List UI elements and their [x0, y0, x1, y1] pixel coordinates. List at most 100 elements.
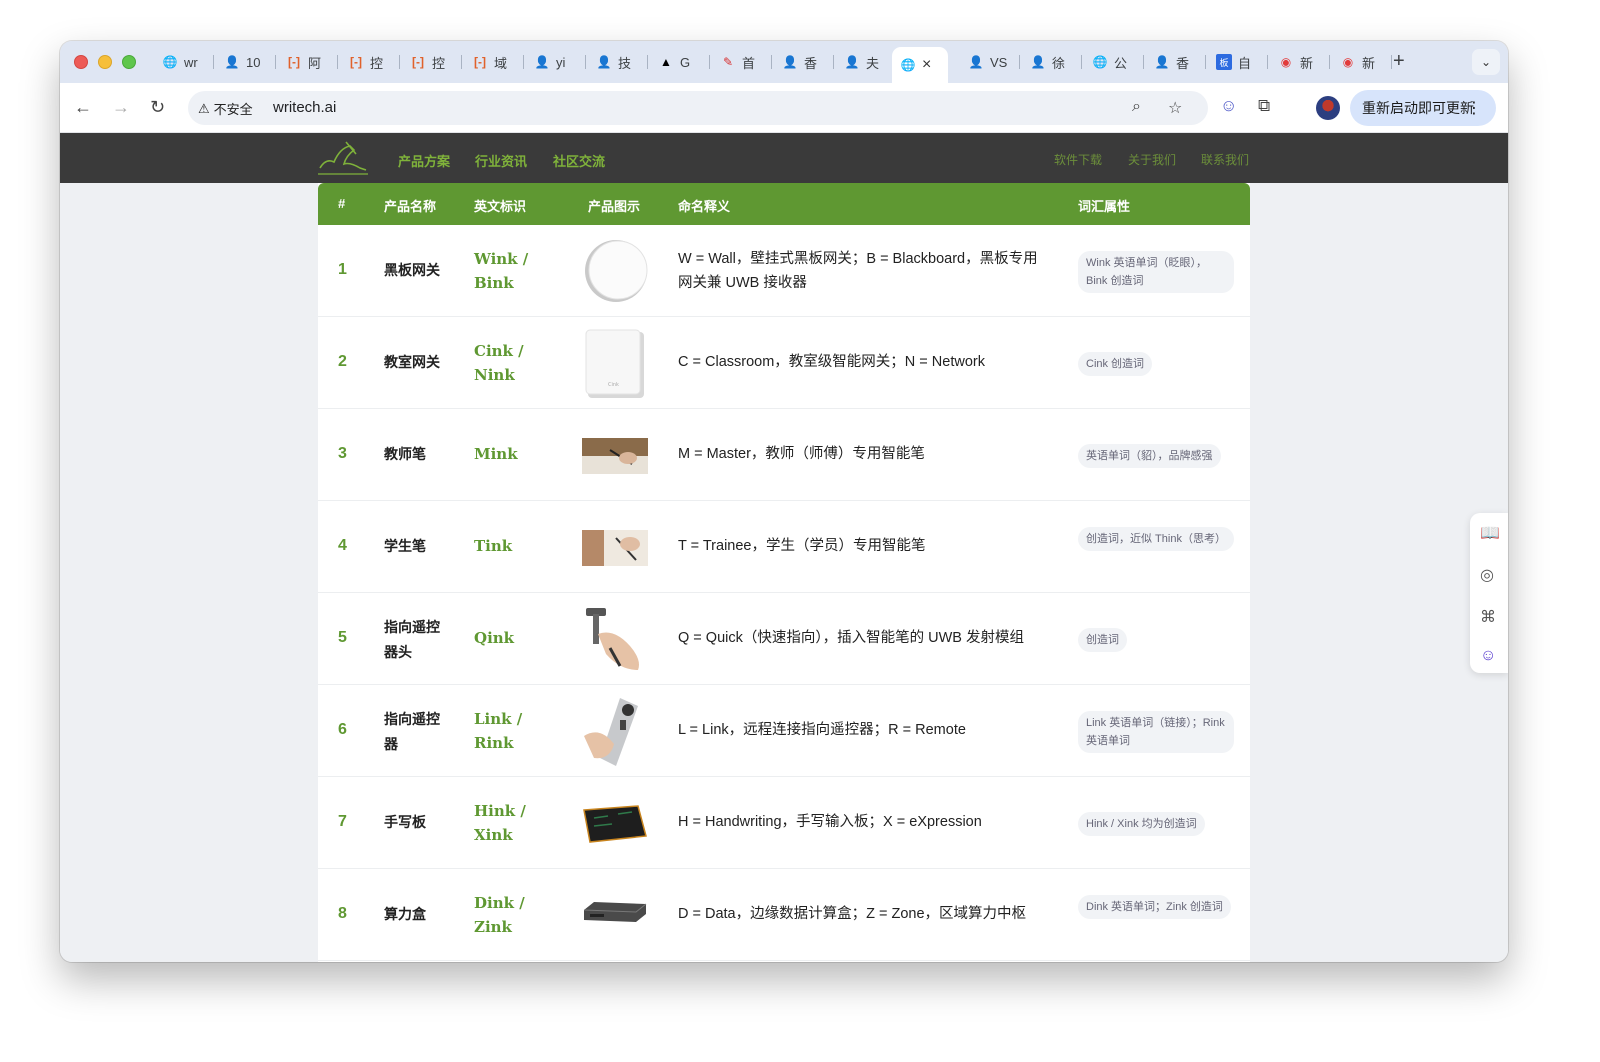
- student-pen-image: [582, 530, 648, 566]
- browser-tab[interactable]: ✎ 首: [712, 49, 772, 75]
- browser-tab[interactable]: [-] 阿: [278, 49, 338, 75]
- browser-tab[interactable]: [-] 域: [464, 49, 524, 75]
- naming-description: L = Link，远程连接指向遥控器；R = Remote: [678, 722, 966, 738]
- page-content: 产品方案 行业资讯 社区交流 软件下载 关于我们 联系我们 # 产品名称 英文标…: [60, 133, 1508, 962]
- svg-text:Cink: Cink: [608, 382, 619, 388]
- extensions-puzzle-icon[interactable]: ⧉: [1258, 96, 1270, 116]
- close-tab-icon[interactable]: ×: [922, 56, 931, 74]
- row-number: 6: [338, 721, 347, 738]
- naming-description: D = Data，边缘数据计算盒；Z = Zone，区域算力中枢: [678, 906, 1027, 922]
- compute-box-image: [583, 902, 647, 922]
- round-gateway-image: [585, 240, 648, 302]
- warning-triangle-icon: ⚠: [198, 100, 210, 116]
- close-window-button[interactable]: [74, 55, 88, 69]
- product-name: 指向遥控器: [384, 711, 440, 752]
- browser-toolbar: ← → ↻ ⚠ 不安全 writech.ai ⌕ ☆ ☺ ⧉ 重新启动即可更新 …: [60, 83, 1508, 133]
- extension-robot-icon[interactable]: ☺: [1220, 96, 1237, 116]
- product-name: 指向遥控器头: [384, 619, 440, 660]
- more-menu-icon[interactable]: ⋮: [1466, 98, 1482, 118]
- product-name: 教室网关: [384, 354, 440, 370]
- browser-tab[interactable]: 🌐 公: [1084, 49, 1144, 75]
- feather-icon: ✎: [722, 55, 734, 69]
- bracket-icon: [-]: [474, 55, 486, 69]
- product-name: 教师笔: [384, 446, 426, 462]
- vocab-tag: 创造词，近似 Think（思考）: [1078, 527, 1234, 551]
- square-gateway-image: Cink: [585, 329, 644, 398]
- bookmark-star-icon[interactable]: ☆: [1168, 98, 1182, 118]
- nav-news[interactable]: 行业资讯: [475, 151, 527, 170]
- naming-description: C = Classroom，教室级智能网关；N = Network: [678, 354, 985, 370]
- vocab-tag: Cink 创造词: [1078, 352, 1153, 376]
- nav-community[interactable]: 社区交流: [553, 151, 605, 170]
- row-number: 7: [338, 813, 347, 830]
- nav-about[interactable]: 关于我们: [1128, 151, 1176, 168]
- maximize-window-button[interactable]: [122, 55, 136, 69]
- triangle-icon: ▲: [660, 55, 672, 69]
- browser-tab[interactable]: 🌐 wr: [154, 49, 214, 75]
- browser-tab[interactable]: 👤 香: [774, 49, 834, 75]
- nav-download[interactable]: 软件下载: [1054, 151, 1102, 168]
- browser-tab[interactable]: ◉ 新: [1270, 49, 1330, 75]
- browser-tab[interactable]: 👤 技: [588, 49, 648, 75]
- browser-tab[interactable]: [-] 控: [340, 49, 400, 75]
- reader-book-icon[interactable]: 📖: [1480, 523, 1500, 543]
- update-button[interactable]: 重新启动即可更新 ⋮: [1350, 90, 1496, 126]
- product-en-name: Hink / Xink: [474, 802, 526, 844]
- forward-arrow-icon[interactable]: →: [112, 97, 130, 118]
- table-row: 4 学生笔 Tink T = Trainee，学生（学员）专用智能笔 创造词，近…: [318, 501, 1250, 593]
- bracket-icon: [-]: [350, 55, 362, 69]
- insecure-indicator[interactable]: ⚠ 不安全: [198, 99, 253, 118]
- browser-window: 🌐 wr 👤 10 [-] 阿 [-] 控 [-] 控 [-] 域 👤 yi 👤 技 ▲ G ✎ 首: [60, 41, 1508, 962]
- vocab-tag: Hink / Xink 均为创造词: [1078, 812, 1205, 836]
- weibo-icon: ◉: [1280, 55, 1292, 69]
- site-header: 产品方案 行业资讯 社区交流 软件下载 关于我们 联系我们: [60, 133, 1508, 183]
- vocab-tag: Link 英语单词（链接）；Rink 英语单词: [1078, 711, 1234, 753]
- row-number: 2: [338, 353, 347, 370]
- row-number: 5: [338, 629, 347, 646]
- url-text[interactable]: writech.ai: [273, 99, 336, 116]
- browser-tab[interactable]: 👤 香: [1146, 49, 1206, 75]
- browser-tab[interactable]: ▲ G: [650, 49, 710, 75]
- browser-tab[interactable]: 板自: [1208, 49, 1268, 75]
- table-row: 1 黑板网关 Wink / Bink W = Wall，壁挂式黑板网关；B = …: [318, 225, 1250, 317]
- broadcast-icon[interactable]: ◎: [1480, 565, 1494, 585]
- naming-description: Q = Quick（快速指向），插入智能笔的 UWB 发射模组: [678, 630, 1025, 646]
- address-bar[interactable]: ⚠ 不安全 writech.ai ⌕ ☆: [188, 91, 1208, 125]
- product-naming-table: # 产品名称 英文标识 产品图示 命名释义 词汇属性 1 黑板网关 Wink /…: [318, 183, 1250, 962]
- new-tab-button[interactable]: +: [1393, 50, 1405, 73]
- nav-products[interactable]: 产品方案: [398, 151, 450, 170]
- browser-tab[interactable]: 👤 夫: [836, 49, 892, 75]
- minimize-window-button[interactable]: [98, 55, 112, 69]
- avatar-icon: 👤: [1154, 55, 1170, 69]
- bracket-icon: [-]: [288, 55, 300, 69]
- assistant-robot-icon[interactable]: ☺: [1480, 647, 1496, 665]
- naming-description: M = Master，教师（师傅）专用智能笔: [678, 446, 925, 462]
- header-en: 英文标识: [474, 199, 527, 214]
- row-number: 8: [338, 905, 347, 922]
- nav-contact[interactable]: 联系我们: [1201, 151, 1249, 168]
- tab-search-chevron-icon[interactable]: ⌄: [1472, 49, 1500, 75]
- naming-description: T = Trainee，学生（学员）专用智能笔: [678, 538, 926, 554]
- browser-tab[interactable]: ◉ 新: [1332, 49, 1392, 75]
- product-name: 手写板: [384, 814, 426, 830]
- vocab-tag: 创造词: [1078, 628, 1127, 652]
- browser-tab[interactable]: 👤 10: [216, 49, 276, 75]
- avatar-icon: 👤: [782, 55, 798, 69]
- browser-tab[interactable]: 👤 徐: [1022, 49, 1082, 75]
- table-row: 3 教师笔 Mink M = Master，教师（师傅）专用智能笔 英语单词（貂…: [318, 409, 1250, 501]
- zoom-magnifier-icon[interactable]: ⌕: [1132, 98, 1141, 116]
- browser-tab[interactable]: 👤 yi: [526, 49, 586, 75]
- back-arrow-icon[interactable]: ←: [74, 97, 92, 118]
- browser-tab-active[interactable]: 🌐 ×: [892, 47, 948, 83]
- naming-description: W = Wall，壁挂式黑板网关；B = Blackboard，黑板专用网关兼 …: [678, 251, 1038, 291]
- header-attr: 词汇属性: [1078, 199, 1131, 214]
- reload-icon[interactable]: ↻: [150, 97, 165, 118]
- profile-avatar[interactable]: [1316, 96, 1340, 120]
- command-icon[interactable]: ⌘: [1480, 607, 1496, 627]
- browser-tab[interactable]: [-] 控: [402, 49, 462, 75]
- avatar-icon: 👤: [844, 55, 860, 69]
- browser-tab[interactable]: 👤 VS: [960, 49, 1020, 75]
- writech-logo[interactable]: [316, 138, 370, 178]
- table-row: 2 教室网关 Cink / Nink Cink C = Classroom，教室…: [318, 317, 1250, 409]
- remote-control-image: [584, 698, 638, 766]
